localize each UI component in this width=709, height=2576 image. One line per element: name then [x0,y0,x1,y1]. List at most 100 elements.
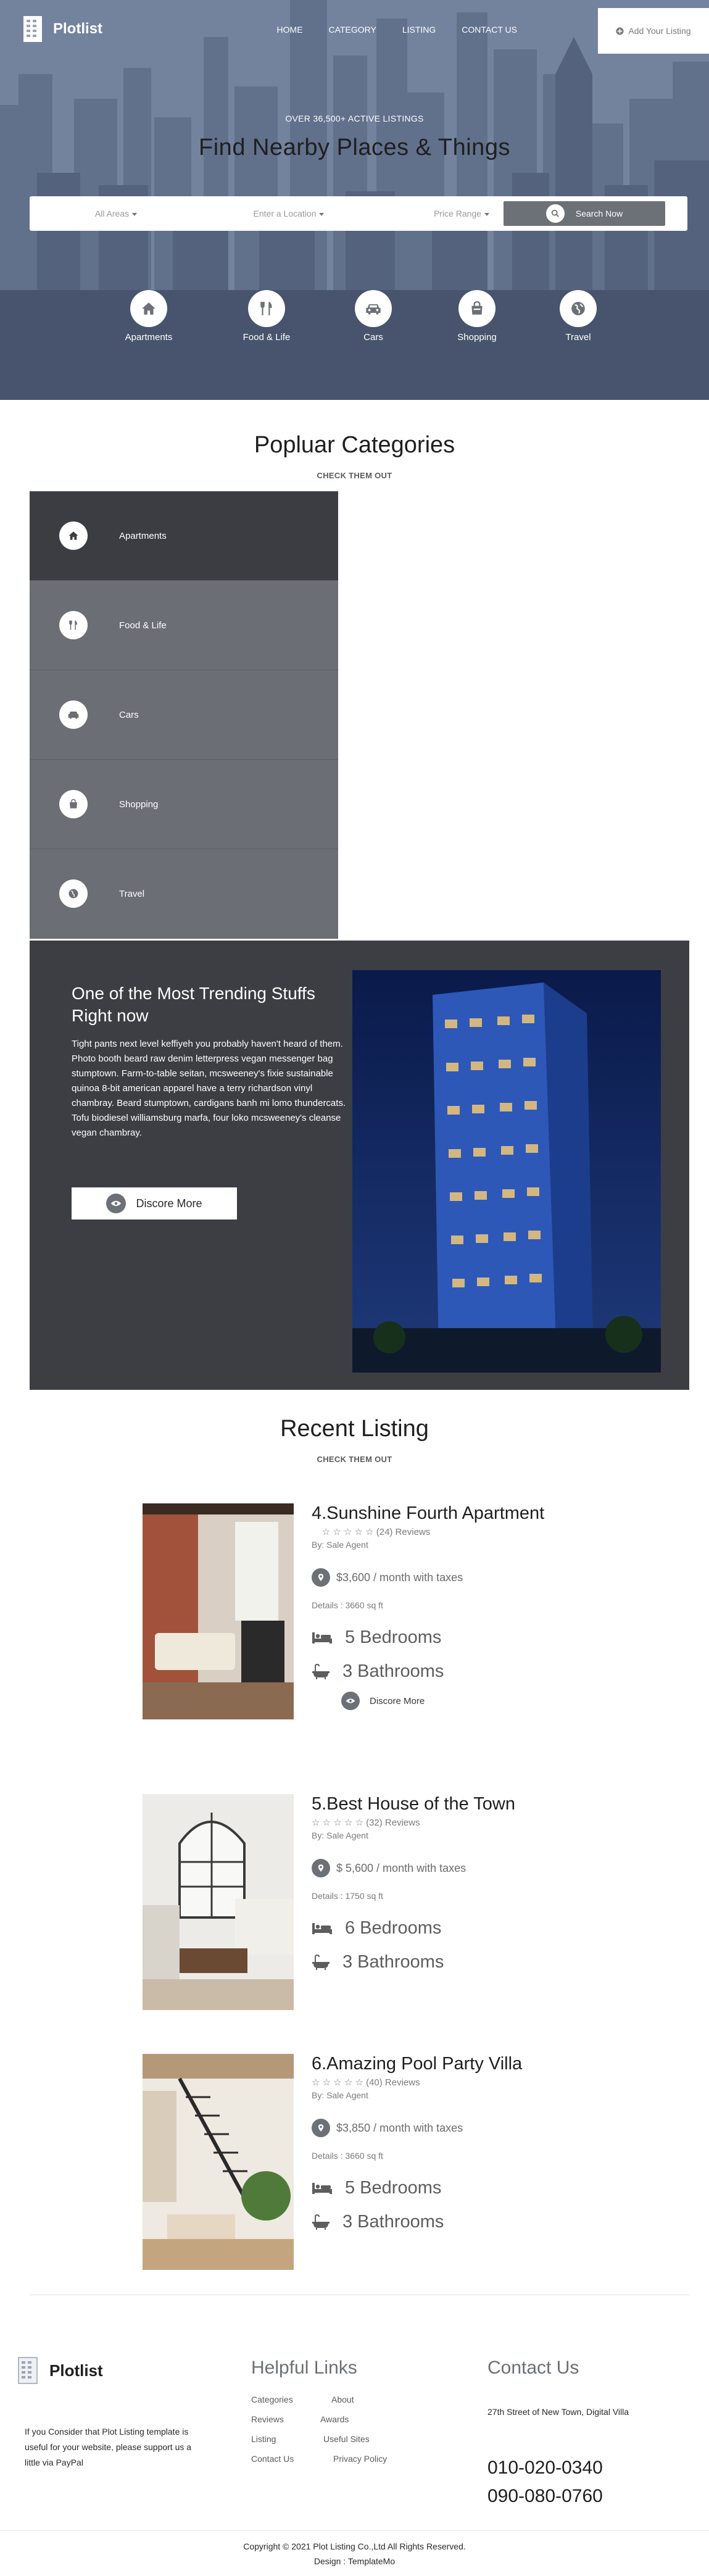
search-now-button[interactable]: Search Now [504,201,665,226]
listing-reviews: (24) Reviews [376,1527,431,1537]
car-icon [355,290,392,327]
plus-circle-icon [616,27,624,35]
listing-price: $3,850 / month with taxes [312,2119,577,2137]
listing-title[interactable]: 4.Sunshine Fourth Apartment [312,1503,577,1524]
recent-listing-header: Recent Listing CHECK THEM OUT [0,1416,709,1464]
footer-link-reviews[interactable]: Reviews [251,2414,284,2424]
listing-title[interactable]: 5.Best House of the Town [312,1794,577,1814]
shopping-bag-icon [458,290,495,327]
footer-link-contact[interactable]: Contact Us [251,2454,294,2464]
car-icon [59,700,88,729]
hero-category-label: Travel [565,332,591,343]
home-icon [130,290,167,327]
hero-title: Find Nearby Places & Things [199,135,510,160]
category-tab-label: Cars [119,709,139,720]
listing-bedrooms: 5 Bedrooms [312,2178,577,2198]
chevron-down-icon [132,212,138,216]
listing-price: $3,600 / month with taxes [312,1568,577,1587]
location-select[interactable]: Enter a Location [202,209,375,218]
listing-bathrooms: 3 Bathrooms [312,1661,577,1682]
category-tab-apartments[interactable]: Apartments [30,491,338,581]
footer-link-privacy[interactable]: Privacy Policy [333,2454,387,2464]
nav-listing[interactable]: LISTING [389,25,449,35]
star-rating-icon: ☆ ☆ ☆ ☆ ☆ [312,1818,363,1828]
contact-us-title: Contact Us [487,2358,579,2378]
listing-reviews: (32) Reviews [366,1818,420,1828]
section-title: Recent Listing [280,1416,429,1442]
footer-phone-2[interactable]: 090-080-0760 [487,2486,603,2507]
listing-bedrooms-value: 6 Bedrooms [345,1918,442,1938]
globe-icon [59,879,88,908]
listing-bathrooms-value: 3 Bathrooms [342,1661,444,1681]
site-logo[interactable]: Plotlist [21,14,102,44]
eye-icon [106,1194,126,1213]
listing-agent: By: Sale Agent [312,1830,368,1840]
area-select[interactable]: All Areas [30,209,202,218]
hero-category-row: Apartments Food & Life Cars Shopping Tra… [0,290,709,346]
listing-bathrooms: 3 Bathrooms [312,1952,577,1972]
category-tab-cars[interactable]: Cars [30,670,338,760]
listing-info: 6.Amazing Pool Party Villa ☆ ☆ ☆ ☆ ☆ (40… [312,2054,577,2232]
footer-about: If you Consider that Plot Listing templa… [25,2427,192,2467]
category-tab-label: Shopping [119,799,159,810]
tower-building-image [352,970,661,1373]
bath-icon [312,2214,330,2230]
add-listing-button[interactable]: Add Your Listing [598,8,709,54]
discover-more-button[interactable]: Discore More [72,1187,237,1219]
main-nav: HOME CATEGORY LISTING CONTACT US [264,25,530,35]
nav-home[interactable]: HOME [264,25,316,35]
chevron-down-icon [484,212,490,216]
category-tab-food[interactable]: Food & Life [30,581,338,670]
category-tab-travel[interactable]: Travel [30,849,338,939]
discover-more-link[interactable]: Discore More [341,1692,577,1710]
footer-link-categories[interactable]: Categories [251,2395,293,2404]
footer-link-about[interactable]: About [331,2395,354,2404]
category-tab-label: Food & Life [119,620,167,631]
search-icon [545,204,565,223]
star-rating-icon: ☆ ☆ ☆ ☆ ☆ [321,1527,374,1537]
listing-bedrooms-value: 5 Bedrooms [345,1627,442,1647]
hero-category-label: Food & Life [243,332,291,343]
bed-icon [312,1632,332,1643]
footer-phone-1[interactable]: 010-020-0340 [487,2458,603,2478]
helpful-links-title: Helpful Links [251,2358,357,2378]
section-subtitle: CHECK THEM OUT [317,471,392,480]
nav-contact[interactable]: CONTACT US [449,25,530,35]
footer-link-useful-sites[interactable]: Useful Sites [323,2434,370,2444]
footer-logo[interactable]: Plotlist [16,2355,103,2386]
hero-category-apartments[interactable]: Apartments [112,290,186,343]
area-select-value: All Areas [94,209,130,218]
listing-photo[interactable] [143,1794,294,2010]
hero-category-shopping[interactable]: Shopping [440,290,514,343]
utensils-icon [248,290,285,327]
footer-link-listing[interactable]: Listing [251,2434,276,2444]
hero-category-food[interactable]: Food & Life [230,290,304,343]
search-now-label: Search Now [575,209,623,218]
map-pin-icon [312,2119,330,2137]
listing-bathrooms: 3 Bathrooms [312,2212,577,2232]
bed-icon [312,1922,332,1934]
listing-rating: ☆ ☆ ☆ ☆ ☆ (40) Reviews [312,2077,577,2088]
category-tab-label: Apartments [119,530,167,541]
hero-category-travel[interactable]: Travel [541,290,615,343]
hero-category-cars[interactable]: Cars [336,290,410,343]
trending-section: One of the Most Trending Stuffs Right no… [30,941,689,1390]
listing-details: Details : 3660 sq ft [312,1600,383,1610]
listing-title[interactable]: 6.Amazing Pool Party Villa [312,2054,577,2074]
listing-rating: ☆ ☆ ☆ ☆ ☆ (24) Reviews [312,1526,577,1537]
hero-section: Plotlist HOME CATEGORY LISTING CONTACT U… [0,0,709,400]
copyright-divider [0,2530,709,2531]
copyright: Copyright © 2021 Plot Listing Co.,Ltd Al… [0,2539,709,2569]
hero-category-label: Shopping [457,332,497,343]
listing-price-value: $ 5,600 / month with taxes [336,1861,466,1874]
listing-photo[interactable] [143,2054,294,2270]
nav-category[interactable]: CATEGORY [316,25,389,35]
category-tab-shopping[interactable]: Shopping [30,760,338,849]
footer-link-awards[interactable]: Awards [320,2414,349,2424]
design-credit[interactable]: Design : TemplateMo [0,2554,709,2569]
section-title: Popluar Categories [254,432,455,458]
bath-icon [312,1954,330,1970]
trending-title: One of the Most Trending Stuffs Right no… [72,984,315,1025]
category-tab-list: Apartments Food & Life Cars Shopping Tra… [30,491,338,939]
listing-photo[interactable] [143,1503,294,1719]
